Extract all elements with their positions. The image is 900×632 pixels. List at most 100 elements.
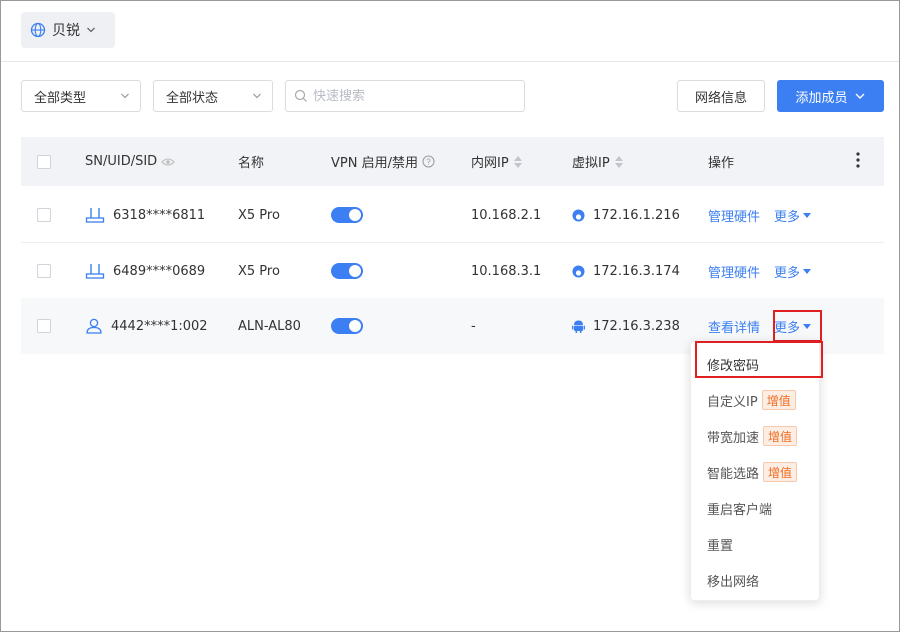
row-checkbox[interactable] [37,208,51,222]
column-actions: 操作 [708,137,734,186]
user-icon [86,318,102,334]
header-divider [1,61,899,62]
menu-item-smart-routing[interactable]: 智能选路 增值 [691,454,821,490]
table-row: 6489****0689 X5 Pro 10.168.3.1 172.16.3.… [21,243,884,299]
row-checkbox[interactable] [37,319,51,333]
sort-icon[interactable] [513,155,523,169]
highlight-box-more [773,310,822,342]
type-filter-dropdown[interactable]: 全部类型 [21,80,141,112]
chevron-down-icon [121,93,129,99]
virtual-ip: 172.16.3.238 [593,318,680,334]
virtual-ip-cell: 172.16.1.216 [572,187,680,243]
virtual-ip-cell: 172.16.3.174 [572,243,680,299]
select-all-checkbox[interactable] [37,154,51,169]
device-id-cell: 6489****0689 [85,243,205,299]
menu-item-label: 自定义IP [707,394,758,410]
value-added-badge: 增值 [761,390,796,410]
status-filter-dropdown[interactable]: 全部状态 [153,80,273,112]
caret-down-icon [803,268,812,274]
more-menu-trigger[interactable]: 更多 [774,206,812,225]
sort-icon[interactable] [614,155,624,169]
device-id: 6318****6811 [113,207,206,223]
table-header: SN/UID/SID 名称 VPN 启用/禁用 ? 内网IP 虚拟IP 操作 [21,137,884,186]
network-dot-icon [572,209,585,221]
menu-item-label: 移出网络 [707,574,760,590]
router-icon [85,264,105,279]
column-lan-ip[interactable]: 内网IP [471,137,523,186]
device-id-cell: 4442****1:002 [85,298,208,354]
status-filter-label: 全部状态 [166,90,219,106]
row-checkbox[interactable] [37,264,51,278]
device-id-cell: 6318****6811 [85,187,205,243]
org-name: 贝锐 [52,23,80,39]
menu-item-label: 重置 [707,538,734,554]
menu-item-remove-from-network[interactable]: 移出网络 [691,562,821,598]
network-dot-icon [572,265,585,277]
android-icon [572,320,585,333]
column-name: 名称 [238,137,264,186]
device-id: 4442****1:002 [111,318,208,334]
vpn-toggle[interactable] [331,318,363,334]
menu-item-label: 重启客户端 [707,502,773,518]
actions-cell: 管理硬件 更多 [708,187,812,243]
menu-item-label: 智能选路 [707,466,760,482]
menu-item-restart-client[interactable]: 重启客户端 [691,490,821,526]
search-icon [294,89,307,102]
virtual-ip: 172.16.3.174 [593,263,680,279]
view-details-link[interactable]: 查看详情 [708,317,760,336]
more-menu-trigger[interactable]: 更多 [774,262,812,281]
virtual-ip: 172.16.1.216 [593,207,680,223]
more-label: 更多 [774,209,801,225]
vpn-toggle[interactable] [331,207,363,223]
add-member-button[interactable]: 添加成员 [777,80,884,112]
menu-item-reset[interactable]: 重置 [691,526,821,562]
column-virtual-ip-label: 虚拟IP [572,156,610,171]
virtual-ip-cell: 172.16.3.238 [572,298,680,354]
search-input[interactable] [313,88,513,104]
svg-text:?: ? [426,158,431,167]
manage-hardware-link[interactable]: 管理硬件 [708,262,760,281]
column-actions-label: 操作 [708,156,735,171]
menu-item-label: 带宽加速 [707,430,760,446]
chevron-down-icon [253,93,261,99]
menu-item-custom-ip[interactable]: 自定义IP 增值 [691,382,821,418]
column-lan-ip-label: 内网IP [471,156,509,171]
column-name-label: 名称 [238,156,265,171]
more-label: 更多 [774,265,801,281]
column-virtual-ip[interactable]: 虚拟IP [572,137,624,186]
search-box[interactable] [285,80,525,112]
menu-item-bandwidth-boost[interactable]: 带宽加速 增值 [691,418,821,454]
column-sn: SN/UID/SID [85,137,175,186]
caret-down-icon [803,212,812,218]
more-actions-menu: 修改密码 自定义IP 增值 带宽加速 增值 智能选路 增值 重启客户端 重置 移… [690,341,820,601]
column-vpn-label: VPN 启用/禁用 [331,156,418,171]
device-id: 6489****0689 [113,263,206,279]
manage-hardware-link[interactable]: 管理硬件 [708,206,760,225]
lan-ip: - [471,318,476,334]
globe-icon [30,22,46,38]
device-name: X5 Pro [238,207,280,223]
router-icon [85,208,105,223]
more-options-icon[interactable] [856,152,860,168]
column-sn-label: SN/UID/SID [85,154,158,169]
vpn-toggle[interactable] [331,263,363,279]
value-added-badge: 增值 [763,426,798,446]
device-name: X5 Pro [238,263,280,279]
table-row: 6318****6811 X5 Pro 10.168.2.1 172.16.1.… [21,187,884,243]
lan-ip: 10.168.3.1 [471,263,542,279]
column-vpn: VPN 启用/禁用 ? [331,137,435,186]
network-info-button[interactable]: 网络信息 [677,80,765,112]
org-selector[interactable]: 贝锐 [21,12,115,48]
value-added-badge: 增值 [763,462,798,482]
select-all-cell [37,137,51,186]
chevron-down-icon [87,27,95,33]
lan-ip: 10.168.2.1 [471,207,542,223]
device-name: ALN-AL80 [238,318,301,334]
add-member-label: 添加成员 [795,90,848,106]
eye-icon[interactable] [161,157,175,167]
type-filter-label: 全部类型 [34,90,87,106]
actions-cell: 管理硬件 更多 [708,243,812,299]
highlight-box-change-password [695,341,823,378]
chevron-down-icon [855,93,864,99]
help-icon[interactable]: ? [422,155,435,168]
